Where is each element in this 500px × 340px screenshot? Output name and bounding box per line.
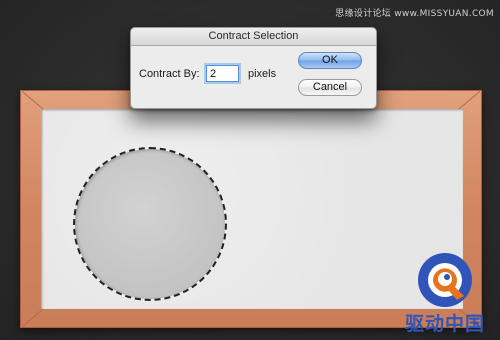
frame-corner [21, 308, 45, 327]
contract-selection-dialog: Contract Selection Contract By: pixels O… [130, 27, 377, 109]
site-logo: 驱动中国 [395, 246, 495, 336]
selection-marquee[interactable] [73, 147, 227, 301]
contract-by-input[interactable] [206, 65, 239, 82]
contract-by-label: Contract By: [139, 68, 200, 80]
dialog-title: Contract Selection [131, 28, 376, 46]
logo-text: 驱动中国 [404, 313, 485, 335]
frame-corner [457, 91, 481, 110]
ok-button[interactable]: OK [298, 52, 362, 69]
cancel-button[interactable]: Cancel [298, 79, 362, 96]
logo-q-icon [418, 253, 472, 307]
pixels-label: pixels [248, 68, 277, 80]
watermark-text: 思缘设计论坛 www.MISSYUAN.COM [335, 9, 494, 19]
frame-corner [21, 91, 45, 110]
